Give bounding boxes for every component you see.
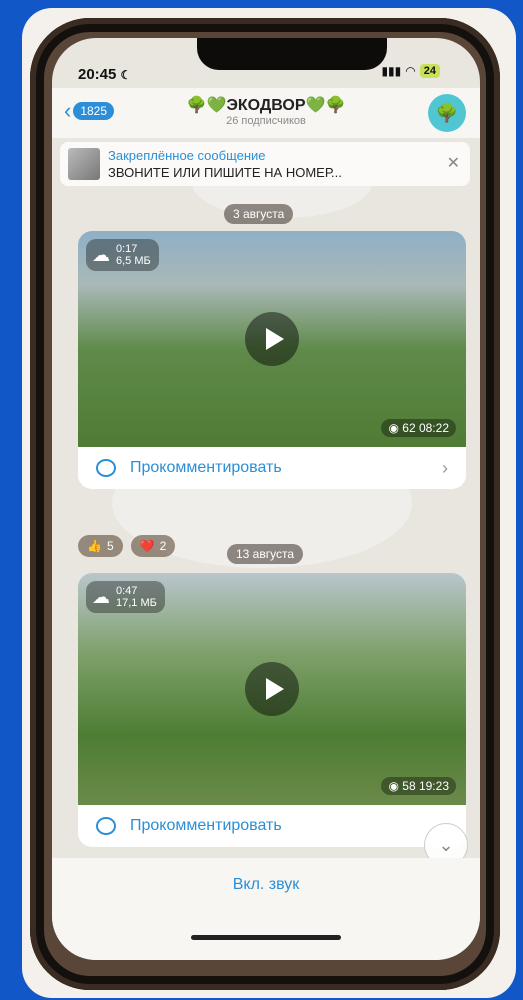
video-player[interactable]: ☁ 0:17 6,5 МБ ◉ 62 08:22 bbox=[78, 231, 466, 447]
sound-toggle-bar: Вкл. звук bbox=[52, 858, 480, 960]
video-size: 6,5 МБ bbox=[116, 255, 151, 267]
comment-button[interactable]: Прокомментировать bbox=[78, 805, 466, 847]
reactions-row: 👍 5 ❤️ 2 bbox=[78, 535, 176, 557]
download-badge[interactable]: ☁ 0:17 6,5 МБ bbox=[86, 239, 159, 271]
video-message: ☁ 0:17 6,5 МБ ◉ 62 08:22 Прокомментирова… bbox=[78, 231, 466, 489]
sound-toggle-button[interactable]: Вкл. звук bbox=[52, 876, 480, 894]
date-separator: 13 августа bbox=[227, 544, 304, 564]
status-time: 20:45 ☾ bbox=[78, 66, 132, 83]
eye-icon: ◉ bbox=[388, 421, 399, 435]
comment-icon bbox=[96, 817, 116, 835]
video-player[interactable]: ☁ 0:47 17,1 МБ ◉ 58 19:23 bbox=[78, 573, 466, 805]
pinned-text: ЗВОНИТЕ ИЛИ ПИШИТЕ НА НОМЕР... bbox=[108, 165, 342, 180]
close-icon[interactable]: ✕ bbox=[447, 153, 460, 173]
wifi-icon: ◠ bbox=[405, 64, 416, 78]
date-separator: 3 августа bbox=[224, 204, 294, 224]
moon-icon: ☾ bbox=[120, 68, 132, 82]
home-indicator bbox=[191, 935, 341, 940]
video-message: ☁ 0:47 17,1 МБ ◉ 58 19:23 Прокомментиров… bbox=[78, 573, 466, 847]
chevron-down-icon: ⌄ bbox=[438, 834, 454, 855]
comment-label: Прокомментировать bbox=[130, 817, 282, 834]
video-duration: 0:17 bbox=[116, 243, 138, 255]
status-indicators: ▮▮▮ ◠ 24 bbox=[381, 64, 440, 78]
video-duration: 0:47 bbox=[116, 585, 138, 597]
chevron-right-icon: › bbox=[442, 457, 448, 478]
cloud-download-icon: ☁ bbox=[92, 586, 110, 607]
subscriber-count: 26 подписчиков bbox=[226, 115, 306, 127]
view-count: ◉ 62 08:22 bbox=[381, 419, 456, 437]
play-icon[interactable] bbox=[245, 312, 299, 366]
pinned-message-bar[interactable]: Закреплённое сообщение ЗВОНИТЕ ИЛИ ПИШИТ… bbox=[60, 142, 470, 186]
chat-header: ‹ 1825 🌳💚ЭКОДВОР💚🌳 26 подписчиков 🌳 bbox=[52, 88, 480, 138]
comment-button[interactable]: Прокомментировать › bbox=[78, 447, 466, 489]
view-count: ◉ 58 19:23 bbox=[381, 777, 456, 795]
pinned-thumbnail bbox=[68, 148, 100, 180]
signal-icon: ▮▮▮ bbox=[381, 64, 402, 78]
reaction-like[interactable]: 👍 5 bbox=[78, 535, 123, 557]
video-size: 17,1 МБ bbox=[116, 597, 157, 609]
comment-icon bbox=[96, 459, 116, 477]
battery-badge: 24 bbox=[419, 64, 440, 78]
eye-icon: ◉ bbox=[388, 779, 399, 793]
comment-label: Прокомментировать bbox=[130, 459, 282, 476]
cloud-download-icon: ☁ bbox=[92, 244, 110, 265]
reaction-heart[interactable]: ❤️ 2 bbox=[130, 535, 176, 557]
phone-screen: 20:45 ☾ ▮▮▮ ◠ 24 ‹ 1825 🌳💚ЭКОДВОР💚🌳 26 п… bbox=[52, 38, 480, 960]
pinned-title: Закреплённое сообщение bbox=[108, 148, 266, 163]
download-badge[interactable]: ☁ 0:47 17,1 МБ bbox=[86, 581, 165, 613]
notch bbox=[197, 38, 387, 70]
channel-title[interactable]: 🌳💚ЭКОДВОР💚🌳 bbox=[52, 95, 480, 115]
play-icon[interactable] bbox=[245, 662, 299, 716]
channel-avatar[interactable]: 🌳 bbox=[428, 94, 466, 132]
